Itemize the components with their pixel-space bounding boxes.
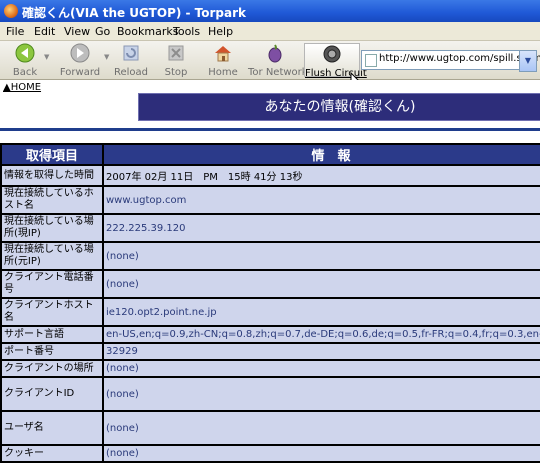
stop-icon xyxy=(168,45,184,61)
menu-view[interactable]: View xyxy=(64,25,90,38)
row-value: 2007年 02月 11日 PM 15時 41分 13秒 xyxy=(104,166,540,185)
menu-bookmarks[interactable]: Bookmarks xyxy=(117,25,178,38)
window-title: 確認くん(VIA the UGTOP) - Torpark xyxy=(22,6,247,20)
header-info: 情 報 xyxy=(104,145,540,164)
table-row: クライアントホスト名 ie120.opt2.point.ne.jp xyxy=(2,299,540,325)
table-row: クライアントの場所 (none) xyxy=(2,361,540,376)
reload-icon xyxy=(123,45,139,61)
home-icon xyxy=(215,46,231,62)
table-row: クライアントID (none) xyxy=(2,378,540,410)
row-key: 情報を取得した時間 xyxy=(2,166,102,185)
row-value: en-US,en;q=0.9,zh-CN;q=0.8,zh;q=0.7,de-D… xyxy=(104,327,540,342)
row-value: (none) xyxy=(104,446,540,461)
reload-button[interactable]: Reload xyxy=(113,43,149,78)
row-value: (none) xyxy=(104,412,540,444)
url-text: http://www.ugtop.com/spill.shtml xyxy=(379,53,540,64)
row-key: クッキー xyxy=(2,446,102,461)
page-icon xyxy=(365,54,377,67)
window-titlebar: 確認くん(VIA the UGTOP) - Torpark xyxy=(0,0,540,22)
menu-edit[interactable]: Edit xyxy=(34,25,55,38)
table-row: 現在接続している場所(現IP) 222.225.39.120 xyxy=(2,215,540,241)
header-item: 取得項目 xyxy=(2,145,102,164)
menu-go[interactable]: Go xyxy=(95,25,110,38)
menu-file[interactable]: File xyxy=(6,25,24,38)
back-button[interactable]: Back xyxy=(8,43,42,78)
url-field[interactable]: http://www.ugtop.com/spill.shtml xyxy=(361,50,540,70)
back-arrow-icon xyxy=(15,43,35,63)
forward-dropdown-icon[interactable]: ▼ xyxy=(104,53,109,61)
menu-help[interactable]: Help xyxy=(208,25,233,38)
home-button[interactable]: Home xyxy=(206,43,240,78)
row-key: クライアントID xyxy=(2,378,102,410)
forward-arrow-icon xyxy=(70,43,90,63)
row-key: 現在接続している場所(元IP) xyxy=(2,243,102,269)
info-table: 取得項目 情 報 情報を取得した時間 2007年 02月 11日 PM 15時 4… xyxy=(0,143,540,463)
row-key: 現在接続している場所(現IP) xyxy=(2,215,102,241)
row-value: (none) xyxy=(104,378,540,410)
home-link[interactable]: ▲HOME xyxy=(3,82,41,93)
row-value: 222.225.39.120 xyxy=(104,215,540,241)
row-key: 現在接続しているホスト名 xyxy=(2,187,102,213)
forward-button[interactable]: Forward xyxy=(58,43,102,78)
row-key: サポート言語 xyxy=(2,327,102,342)
table-row: ユーザ名 (none) xyxy=(2,412,540,444)
table-row: サポート言語 en-US,en;q=0.9,zh-CN;q=0.8,zh;q=0.… xyxy=(2,327,540,342)
table-row: 現在接続しているホスト名 www.ugtop.com xyxy=(2,187,540,213)
menu-tools[interactable]: Tools xyxy=(173,25,200,38)
row-key: ポート番号 xyxy=(2,344,102,359)
page-content: ▲HOME あなたの情報(確認くん) 取得項目 情 報 情報を取得した時間 200… xyxy=(0,80,540,463)
row-key: クライアントの場所 xyxy=(2,361,102,376)
stop-button[interactable]: Stop xyxy=(160,43,192,78)
divider-line xyxy=(0,128,540,131)
flush-circuit-icon xyxy=(323,45,341,63)
table-row: クライアント電話番号 (none) xyxy=(2,271,540,297)
tor-onion-icon xyxy=(268,44,282,63)
tor-network-button[interactable]: Tor Network xyxy=(248,43,308,78)
row-value: (none) xyxy=(104,271,540,297)
torpark-app-icon xyxy=(4,4,18,18)
row-value: ie120.opt2.point.ne.jp xyxy=(104,299,540,325)
table-row: クッキー (none) xyxy=(2,446,540,461)
row-key: ユーザ名 xyxy=(2,412,102,444)
table-row: ポート番号 32929 xyxy=(2,344,540,359)
chevron-down-icon: ▼ xyxy=(524,56,532,65)
row-value: www.ugtop.com xyxy=(104,187,540,213)
table-row: 現在接続している場所(元IP) (none) xyxy=(2,243,540,269)
table-header-row: 取得項目 情 報 xyxy=(2,145,540,164)
row-value: (none) xyxy=(104,361,540,376)
back-dropdown-icon[interactable]: ▼ xyxy=(44,53,49,61)
row-value: 32929 xyxy=(104,344,540,359)
page-banner: あなたの情報(確認くん) xyxy=(138,93,540,121)
row-key: クライアント電話番号 xyxy=(2,271,102,297)
row-value: (none) xyxy=(104,243,540,269)
row-key: クライアントホスト名 xyxy=(2,299,102,325)
table-row: 情報を取得した時間 2007年 02月 11日 PM 15時 41分 13秒 xyxy=(2,166,540,185)
menu-bar: File Edit View Go Bookmarks Tools Help xyxy=(0,22,540,41)
url-dropdown-button[interactable]: ▼ xyxy=(519,50,537,72)
